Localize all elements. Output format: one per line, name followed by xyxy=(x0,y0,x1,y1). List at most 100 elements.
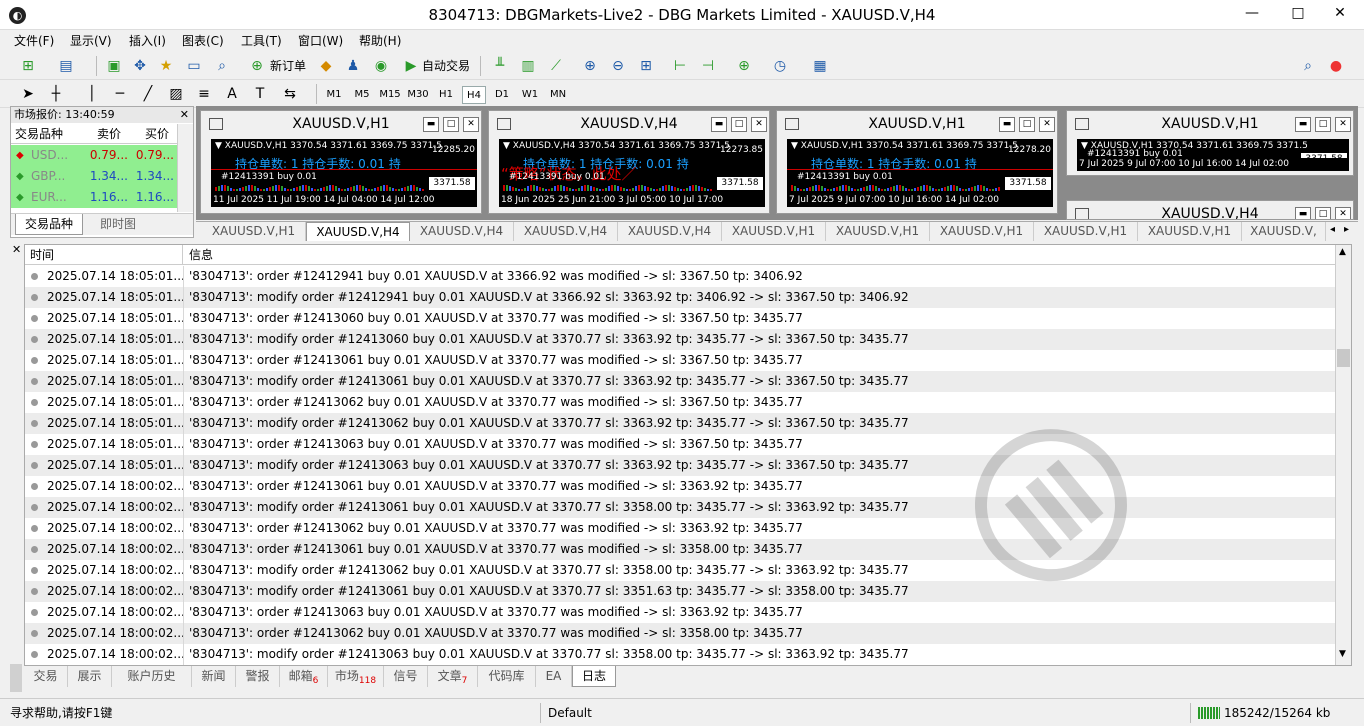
strategy-tester-icon[interactable]: ⌕ xyxy=(212,56,232,76)
auto-trading-icon[interactable]: ▶ xyxy=(401,56,421,76)
menu-window[interactable]: 窗口(W) xyxy=(298,30,343,52)
candlestick-icon[interactable]: ▥ xyxy=(518,56,538,76)
zoom-out-icon[interactable]: ⊖ xyxy=(608,56,628,76)
chart-window[interactable]: XAUUSD.V,H4 ▬ □ ✕ ▼ XAUUSD.V,H4 3370.54 … xyxy=(488,110,770,214)
chart-window[interactable]: XAUUSD.V,H1 ▬ □ ✕ ▼ XAUUSD.V,H1 3370.54 … xyxy=(200,110,482,214)
terminal-tab[interactable]: 展示 xyxy=(68,666,112,687)
timeframe-m5[interactable]: M5 xyxy=(350,86,374,104)
market-watch-scrollbar[interactable] xyxy=(177,124,193,212)
equidistant-channel-icon[interactable]: ▨ xyxy=(166,84,186,104)
chart-tab[interactable]: XAUUSD.V,H1 xyxy=(1138,222,1242,241)
chart-close-button[interactable]: ✕ xyxy=(1039,117,1055,132)
terminal-icon[interactable]: ▭ xyxy=(184,56,204,76)
chart-minimize-button[interactable]: ▬ xyxy=(711,117,727,132)
journal-row[interactable]: 2025.07.14 18:00:02... '8304713': modify … xyxy=(25,560,1335,581)
notifications-icon[interactable]: ● xyxy=(1326,56,1346,76)
timeframe-m1[interactable]: M1 xyxy=(322,86,346,104)
journal-scrollbar[interactable]: ▲ ▼ xyxy=(1335,245,1351,665)
terminal-tab[interactable]: 邮箱6 xyxy=(280,666,328,687)
chart-tab[interactable]: XAUUSD.V, xyxy=(1242,222,1326,241)
chart-tab[interactable]: XAUUSD.V,H1 xyxy=(1034,222,1138,241)
scroll-down-icon[interactable]: ▼ xyxy=(1339,649,1346,659)
chart-minimize-button[interactable]: ▬ xyxy=(1295,117,1311,132)
terminal-tab[interactable]: 市场118 xyxy=(328,666,384,687)
chart-canvas[interactable]: ▼ XAUUSD.V,H1 3370.54 3371.61 3369.75 33… xyxy=(1077,139,1349,171)
menu-help[interactable]: 帮助(H) xyxy=(359,30,401,52)
journal-row[interactable]: 2025.07.14 18:05:01... '8304713': order #… xyxy=(25,308,1335,329)
journal-row[interactable]: 2025.07.14 18:05:01... '8304713': modify … xyxy=(25,287,1335,308)
journal-row[interactable]: 2025.07.14 18:00:02... '8304713': order #… xyxy=(25,623,1335,644)
account-icon[interactable]: ♟ xyxy=(343,56,363,76)
menu-tools[interactable]: 工具(T) xyxy=(241,30,282,52)
templates-icon[interactable]: ▦ xyxy=(810,56,830,76)
terminal-tab[interactable]: 文章7 xyxy=(428,666,478,687)
journal-row[interactable]: 2025.07.14 18:00:02... '8304713': order #… xyxy=(25,476,1335,497)
market-watch-close-icon[interactable]: ✕ xyxy=(180,107,189,123)
chart-maximize-button[interactable]: □ xyxy=(1315,207,1331,219)
tab-scroll-right-icon[interactable]: ▸ xyxy=(1344,224,1349,235)
zoom-in-icon[interactable]: ⊕ xyxy=(580,56,600,76)
journal-row[interactable]: 2025.07.14 18:00:02... '8304713': order #… xyxy=(25,539,1335,560)
tab-symbols[interactable]: 交易品种 xyxy=(15,214,83,235)
auto-trading-button[interactable]: 自动交易 xyxy=(422,57,470,75)
chart-tab-active[interactable]: XAUUSD.V,H4 xyxy=(306,222,410,241)
navigator-icon[interactable]: ★ xyxy=(156,56,176,76)
chart-close-button[interactable]: ✕ xyxy=(1335,117,1351,132)
terminal-tab[interactable]: 交易 xyxy=(24,666,68,687)
terminal-tab[interactable]: 信号 xyxy=(384,666,428,687)
chart-maximize-button[interactable]: □ xyxy=(1019,117,1035,132)
chart-window[interactable]: XAUUSD.V,H4 ▬ □ ✕ xyxy=(1066,200,1354,220)
chart-canvas[interactable]: ▼ XAUUSD.V,H4 3370.54 3371.61 3369.75 33… xyxy=(499,139,765,207)
market-row[interactable]: USD... ◆ 0.79... 0.79... xyxy=(11,145,177,166)
journal-row[interactable]: 2025.07.14 18:05:01... '8304713': modify … xyxy=(25,329,1335,350)
timeframe-mn[interactable]: MN xyxy=(546,86,570,104)
col-time[interactable]: 时间 xyxy=(25,245,183,265)
crosshair-icon[interactable]: ┼ xyxy=(46,84,66,104)
chart-shift-icon[interactable]: ⊢ xyxy=(670,56,690,76)
tab-scroll-left-icon[interactable]: ◂ xyxy=(1330,224,1335,235)
chart-window[interactable]: XAUUSD.V,H1 ▬ □ ✕ ▼ XAUUSD.V,H1 3370.54 … xyxy=(1066,110,1354,176)
maximize-button[interactable]: □ xyxy=(1276,0,1320,26)
close-button[interactable]: ✕ xyxy=(1318,0,1362,26)
journal-row[interactable]: 2025.07.14 18:00:02... '8304713': modify … xyxy=(25,497,1335,518)
chart-close-button[interactable]: ✕ xyxy=(1335,207,1351,219)
chart-tab[interactable]: XAUUSD.V,H1 xyxy=(826,222,930,241)
timeframe-h1[interactable]: H1 xyxy=(434,86,458,104)
timeframe-m30[interactable]: M30 xyxy=(406,86,430,104)
scroll-thumb[interactable] xyxy=(1337,349,1350,367)
new-order-button[interactable]: 新订单 xyxy=(270,57,306,75)
chart-window[interactable]: XAUUSD.V,H1 ▬ □ ✕ ▼ XAUUSD.V,H1 3370.54 … xyxy=(776,110,1058,214)
menu-charts[interactable]: 图表(C) xyxy=(182,30,224,52)
trendline-icon[interactable]: ╱ xyxy=(138,84,158,104)
menu-view[interactable]: 显示(V) xyxy=(70,30,112,52)
menu-file[interactable]: 文件(F) xyxy=(14,30,54,52)
market-row[interactable]: EUR... ◆ 1.16... 1.16... xyxy=(11,187,177,208)
market-row[interactable]: GBP... ◆ 1.34... 1.34... xyxy=(11,166,177,187)
journal-row[interactable]: 2025.07.14 18:00:02... '8304713': order #… xyxy=(25,518,1335,539)
timeframe-m15[interactable]: M15 xyxy=(378,86,402,104)
journal-row[interactable]: 2025.07.14 18:05:01... '8304713': modify … xyxy=(25,371,1335,392)
journal-row[interactable]: 2025.07.14 18:05:01... '8304713': order #… xyxy=(25,350,1335,371)
journal-row[interactable]: 2025.07.14 18:00:02... '8304713': order #… xyxy=(25,602,1335,623)
journal-row[interactable]: 2025.07.14 18:05:01... '8304713': order #… xyxy=(25,392,1335,413)
cursor-icon[interactable]: ➤ xyxy=(18,84,38,104)
tile-windows-icon[interactable]: ⊞ xyxy=(636,56,656,76)
horizontal-line-icon[interactable]: ─ xyxy=(110,84,130,104)
chart-maximize-button[interactable]: □ xyxy=(443,117,459,132)
scroll-up-icon[interactable]: ▲ xyxy=(1339,247,1346,257)
autoscroll-icon[interactable]: ⊣ xyxy=(698,56,718,76)
text-label-icon[interactable]: T xyxy=(250,84,270,104)
terminal-tab[interactable]: 代码库 xyxy=(478,666,536,687)
metaeditor-icon[interactable]: ◆ xyxy=(316,56,336,76)
vertical-line-icon[interactable]: │ xyxy=(82,84,102,104)
journal-row[interactable]: 2025.07.14 18:05:01... '8304713': order #… xyxy=(25,266,1335,287)
terminal-tab[interactable]: 警报 xyxy=(236,666,280,687)
chart-maximize-button[interactable]: □ xyxy=(1315,117,1331,132)
fibonacci-icon[interactable]: ≡ xyxy=(194,84,214,104)
new-order-icon[interactable]: ⊕ xyxy=(247,56,267,76)
chart-minimize-button[interactable]: ▬ xyxy=(423,117,439,132)
chart-tab[interactable]: XAUUSD.V,H1 xyxy=(722,222,826,241)
chart-tab[interactable]: XAUUSD.V,H4 xyxy=(618,222,722,241)
journal-row[interactable]: 2025.07.14 18:00:02... '8304713': modify … xyxy=(25,581,1335,602)
data-window-icon[interactable]: ✥ xyxy=(130,56,150,76)
